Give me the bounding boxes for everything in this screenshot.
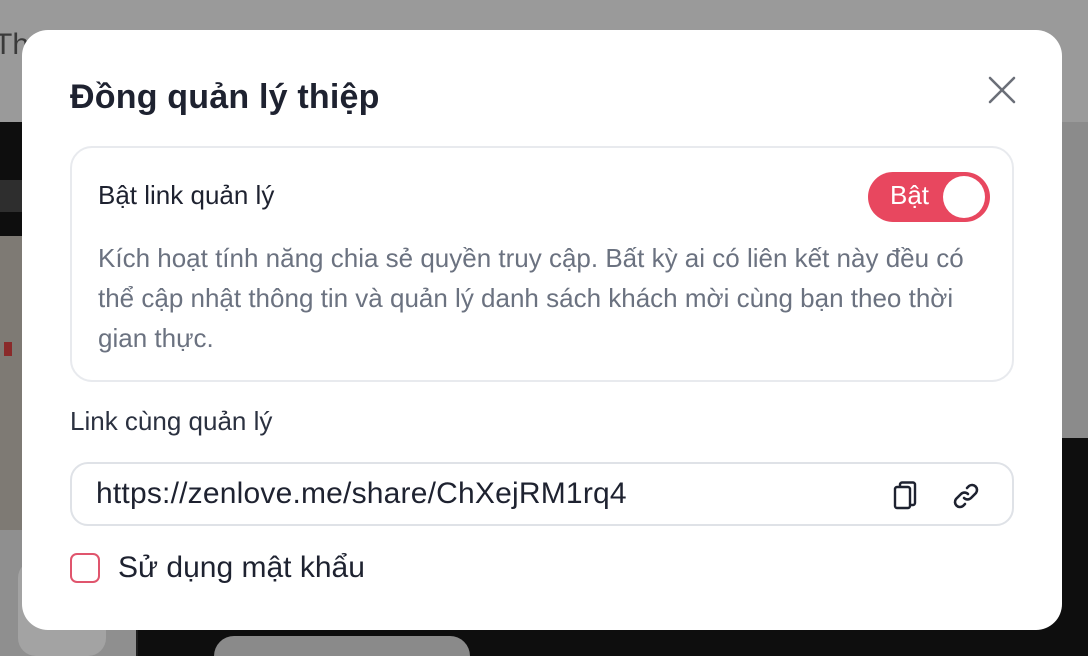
- background-thumbnail-accent: [4, 342, 12, 356]
- co-manage-link-field[interactable]: https://zenlove.me/share/ChXejRM1rq4: [70, 462, 1014, 526]
- link-icon: [953, 483, 979, 509]
- manage-link-title: Bật link quản lý: [98, 180, 275, 210]
- use-password-option[interactable]: Sử dụng mật khẩu: [70, 548, 365, 588]
- background-bottom-pill: [214, 636, 470, 656]
- manage-link-card: Bật link quản lý Bật Kích hoạt tính năng…: [70, 146, 1014, 382]
- background-strip: [0, 180, 22, 212]
- manage-link-toggle[interactable]: Bật: [868, 172, 990, 222]
- copy-link-button[interactable]: [886, 478, 922, 514]
- open-link-button[interactable]: [948, 478, 984, 514]
- toggle-label: Bật: [890, 180, 930, 210]
- background-thumbnail: [0, 236, 22, 530]
- background-right-panel: [1062, 122, 1088, 438]
- manage-link-description: Kích hoạt tính năng chia sẻ quyền truy c…: [98, 243, 964, 353]
- use-password-label: Sử dụng mật khẩu: [118, 551, 365, 584]
- close-button[interactable]: [982, 70, 1022, 110]
- toggle-knob: [943, 176, 985, 218]
- close-icon: [988, 76, 1016, 104]
- co-manage-modal: Đồng quản lý thiệp Bật link quản lý Bật …: [22, 30, 1062, 630]
- use-password-checkbox[interactable]: [70, 553, 100, 583]
- co-manage-link-url[interactable]: https://zenlove.me/share/ChXejRM1rq4: [96, 477, 627, 511]
- copy-icon: [893, 481, 917, 510]
- co-manage-link-label: Link cùng quản lý: [70, 406, 273, 436]
- modal-title: Đồng quản lý thiệp: [70, 78, 380, 116]
